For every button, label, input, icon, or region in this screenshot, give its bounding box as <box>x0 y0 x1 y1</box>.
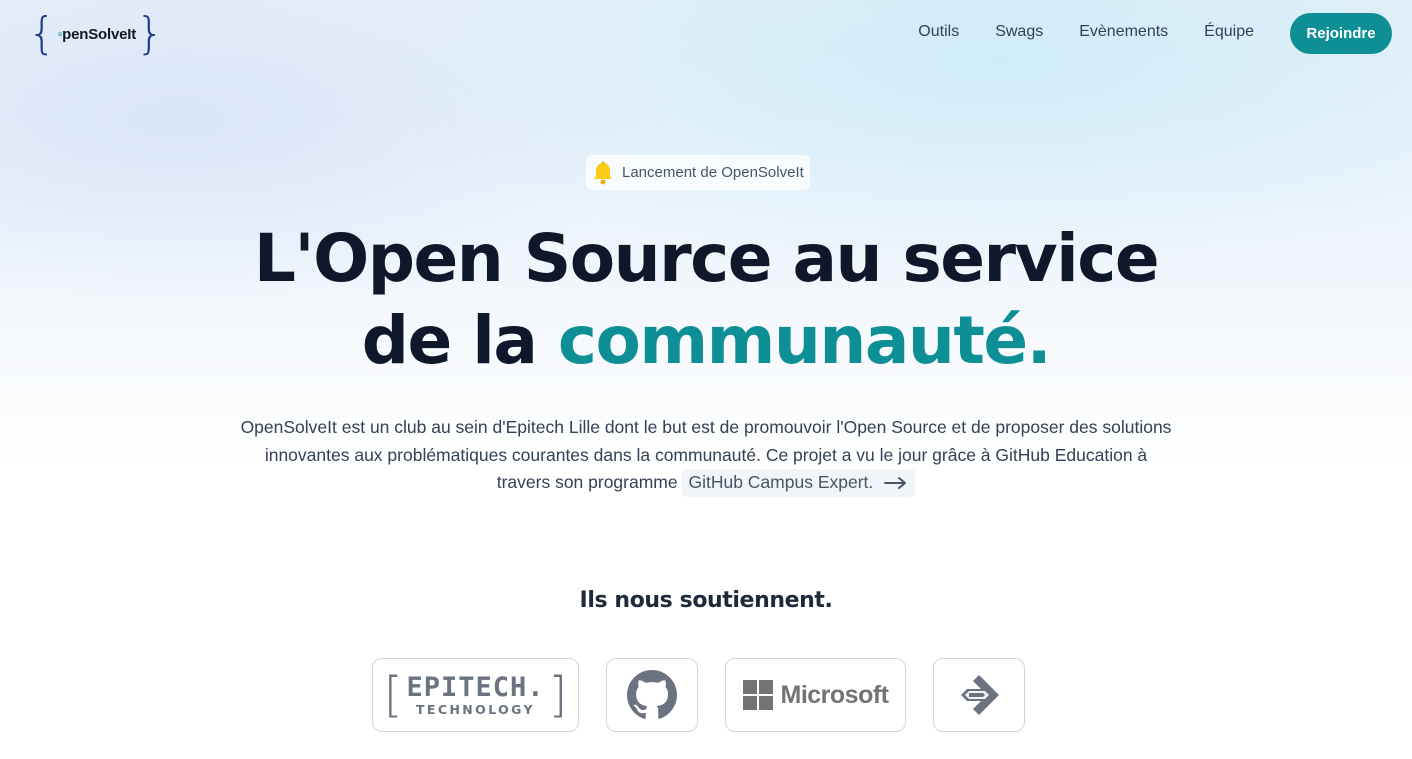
epitech-sub-text: TECHNOLOGY <box>416 701 535 717</box>
nav-link-evenements[interactable]: Evènements <box>1079 23 1168 41</box>
hero-description: OpenSolveIt est un club au sein d'Epitec… <box>236 414 1176 497</box>
sponsors-title: Ils nous soutiennent. <box>579 588 833 613</box>
join-button[interactable]: Rejoindre <box>1290 13 1392 54</box>
epitech-left-bracket: [ <box>383 667 403 723</box>
campus-expert-link[interactable]: GitHub Campus Expert. <box>682 469 916 497</box>
campus-expert-link-text: GitHub Campus Expert. <box>688 472 874 492</box>
nav-link-equipe[interactable]: Équipe <box>1204 23 1254 41</box>
bell-icon <box>594 161 612 184</box>
microsoft-wordmark: Microsoft <box>780 680 890 709</box>
headline-accent-word: communauté. <box>557 302 1052 379</box>
sponsor-epitech[interactable]: [ EPITECH. TECHNOLOGY ] <box>372 658 579 732</box>
logo-right-brace: } <box>136 8 164 59</box>
github-icon <box>627 670 677 719</box>
epitech-logo: [ EPITECH. TECHNOLOGY ] <box>384 671 568 719</box>
top-navbar: { penSolveIt } Outils Swags Evènements É… <box>0 0 1412 66</box>
sponsor-microsoft[interactable]: Microsoft <box>725 658 906 732</box>
nav-link-swags[interactable]: Swags <box>995 23 1043 41</box>
microsoft-logo: Microsoft <box>742 680 890 710</box>
epitech-main-text: EPITECH. <box>406 671 545 703</box>
arrow-right-icon <box>884 477 907 490</box>
sponsor-github[interactable] <box>606 658 698 732</box>
site-logo[interactable]: { penSolveIt } <box>28 10 164 58</box>
logo-left-brace: { <box>28 8 56 59</box>
gitlab-icon <box>961 675 999 715</box>
hero-headline: L'Open Source au service de la communaut… <box>0 218 1412 382</box>
nav-link-outils[interactable]: Outils <box>918 23 959 41</box>
headline-line-2-prefix: de la <box>361 302 558 379</box>
sponsor-gitlab[interactable] <box>933 658 1025 732</box>
epitech-right-bracket: ] <box>548 667 568 723</box>
announcement-text: Lancement de OpenSolveIt <box>622 164 804 181</box>
main-menu: Outils Swags Evènements Équipe <box>918 23 1254 41</box>
epitech-wordmark: EPITECH. TECHNOLOGY <box>406 671 545 717</box>
logo-text: penSolveIt <box>62 25 136 43</box>
headline-line-1: L'Open Source au service <box>253 220 1160 297</box>
microsoft-windows-icon <box>742 680 773 710</box>
announcement-badge[interactable]: Lancement de OpenSolveIt <box>586 155 810 190</box>
